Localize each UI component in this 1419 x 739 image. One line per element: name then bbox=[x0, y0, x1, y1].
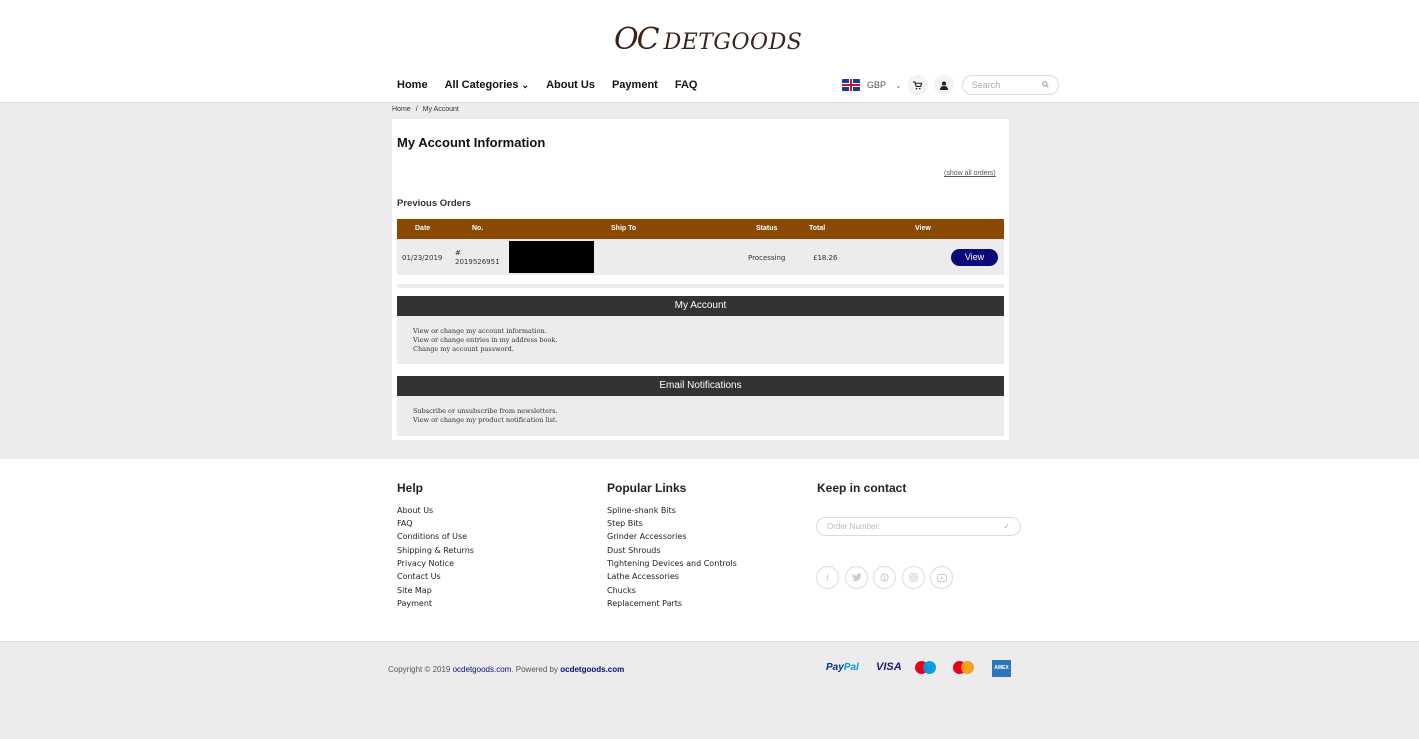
chevron-down-icon[interactable]: ⌄ bbox=[895, 81, 902, 90]
product-notifications-link[interactable]: View or change my product notification l… bbox=[413, 416, 558, 424]
breadcrumb-current: My Account bbox=[422, 106, 459, 113]
help-link-shipping[interactable]: Shipping & Returns bbox=[397, 546, 474, 555]
address-book-link[interactable]: View or change entries in my address boo… bbox=[413, 336, 557, 344]
paypal-logo: PayPal bbox=[826, 662, 859, 673]
popular-link-step-bits[interactable]: Step Bits bbox=[607, 519, 643, 528]
help-link-privacy[interactable]: Privacy Notice bbox=[397, 559, 454, 568]
account-info-link[interactable]: View or change my account information. bbox=[413, 327, 547, 335]
col-no: No. bbox=[472, 225, 484, 232]
order-no-hash: # bbox=[455, 249, 461, 257]
col-ship-to: Ship To bbox=[611, 225, 637, 232]
page-title: My Account Information bbox=[397, 135, 546, 150]
keep-in-contact-heading: Keep in contact bbox=[817, 481, 907, 495]
instagram-icon[interactable] bbox=[902, 566, 925, 589]
site-footer bbox=[0, 459, 1419, 641]
popular-link-lathe[interactable]: Lathe Accessories bbox=[607, 572, 679, 581]
breadcrumb-home[interactable]: Home bbox=[392, 106, 411, 113]
help-link-conditions[interactable]: Conditions of Use bbox=[397, 532, 467, 541]
facebook-icon[interactable]: f bbox=[816, 566, 839, 589]
cart-icon[interactable] bbox=[907, 75, 928, 95]
maestro-logo bbox=[915, 660, 937, 676]
order-number-placeholder: Order Number: bbox=[827, 522, 881, 531]
view-order-button[interactable]: View bbox=[951, 249, 998, 266]
help-link-contact[interactable]: Contact Us bbox=[397, 572, 441, 581]
powered-by-link[interactable]: ocdetgoods.com bbox=[560, 665, 624, 674]
logo-small-text: DETGOODS bbox=[663, 30, 803, 55]
user-icon[interactable] bbox=[933, 75, 954, 95]
nav-payment[interactable]: Payment bbox=[612, 79, 658, 91]
pinterest-icon[interactable] bbox=[873, 566, 896, 589]
currency-selector[interactable]: GBP bbox=[867, 80, 886, 90]
help-link-site-map[interactable]: Site Map bbox=[397, 586, 432, 595]
nav-all-categories[interactable]: All Categories ⌄ bbox=[445, 79, 530, 91]
nav-faq[interactable]: FAQ bbox=[675, 79, 698, 91]
header-tools: GBP ⌄ Search bbox=[842, 74, 1059, 96]
email-notifications-section: Subscribe or unsubscribe from newsletter… bbox=[397, 396, 1004, 436]
orders-table-header: Date No. Ship To Status Total View bbox=[397, 219, 1004, 239]
order-status: Processing bbox=[748, 254, 786, 262]
col-total: Total bbox=[809, 225, 826, 232]
nav-all-categories-label: All Categories bbox=[444, 79, 519, 91]
change-password-link[interactable]: Change my account password. bbox=[413, 345, 514, 353]
twitter-icon[interactable] bbox=[845, 566, 868, 589]
table-row: 01/23/2019 # 2019526951 Processing £18.2… bbox=[397, 239, 1004, 275]
help-link-faq[interactable]: FAQ bbox=[397, 519, 413, 528]
help-link-payment[interactable]: Payment bbox=[397, 599, 432, 608]
popular-link-grinder[interactable]: Grinder Accessories bbox=[607, 532, 687, 541]
nav-about-us[interactable]: About Us bbox=[546, 79, 595, 91]
previous-orders-heading: Previous Orders bbox=[397, 198, 471, 209]
my-account-section: View or change my account information. V… bbox=[397, 316, 1004, 364]
amex-logo: AMEX bbox=[992, 660, 1011, 677]
order-number: 2019526951 bbox=[455, 258, 500, 266]
bottom-bar bbox=[0, 641, 1419, 739]
site-logo[interactable]: OC DETGOODS bbox=[614, 22, 802, 57]
powered-by-text: . Powered by bbox=[511, 665, 561, 674]
logo-big-text: OC bbox=[614, 22, 660, 57]
col-view: View bbox=[915, 225, 931, 232]
show-all-orders-link[interactable]: (show all orders) bbox=[944, 170, 996, 177]
email-notifications-heading: Email Notifications bbox=[397, 376, 1004, 396]
popular-link-chucks[interactable]: Chucks bbox=[607, 586, 636, 595]
mastercard-logo bbox=[953, 660, 975, 676]
site-link[interactable]: ocdetgoods.com bbox=[453, 665, 512, 674]
uk-flag-icon[interactable] bbox=[842, 79, 860, 91]
paypal-text: PayPal bbox=[826, 662, 859, 673]
nav-home[interactable]: Home bbox=[397, 79, 428, 91]
popular-links-heading: Popular Links bbox=[607, 481, 687, 495]
col-date: Date bbox=[415, 225, 431, 232]
order-total: £18.26 bbox=[813, 254, 838, 262]
copyright: Copyright © 2019 ocdetgoods.com. Powered… bbox=[388, 665, 624, 674]
redacted-ship-to bbox=[509, 241, 594, 273]
newsletters-link[interactable]: Subscribe or unsubscribe from newsletter… bbox=[413, 407, 558, 415]
checkmark-icon[interactable]: ✓ bbox=[1003, 522, 1010, 531]
popular-link-tightening[interactable]: Tightening Devices and Controls bbox=[607, 559, 737, 568]
chevron-down-icon: ⌄ bbox=[521, 80, 530, 90]
main-nav: Home All Categories ⌄ About Us Payment FA… bbox=[397, 79, 714, 91]
breadcrumb: Home / My Account bbox=[392, 106, 459, 113]
divider bbox=[397, 284, 1004, 288]
popular-link-replacement[interactable]: Replacement Parts bbox=[607, 599, 682, 608]
search-placeholder: Search bbox=[971, 80, 1001, 90]
visa-logo: VISA bbox=[876, 661, 902, 673]
youtube-icon[interactable] bbox=[930, 566, 953, 589]
order-date: 01/23/2019 bbox=[402, 254, 443, 262]
col-status: Status bbox=[756, 225, 778, 232]
help-link-about-us[interactable]: About Us bbox=[397, 506, 433, 515]
help-heading: Help bbox=[397, 481, 424, 495]
popular-link-spline-shank[interactable]: Spline-shank Bits bbox=[607, 506, 676, 515]
copyright-prefix: Copyright © 2019 bbox=[388, 665, 453, 674]
search-input[interactable]: Search bbox=[961, 75, 1059, 95]
order-number-input[interactable]: Order Number: ✓ bbox=[816, 517, 1021, 536]
search-icon[interactable] bbox=[1041, 80, 1049, 90]
my-account-heading: My Account bbox=[397, 296, 1004, 316]
popular-link-dust-shrouds[interactable]: Dust Shrouds bbox=[607, 546, 661, 555]
